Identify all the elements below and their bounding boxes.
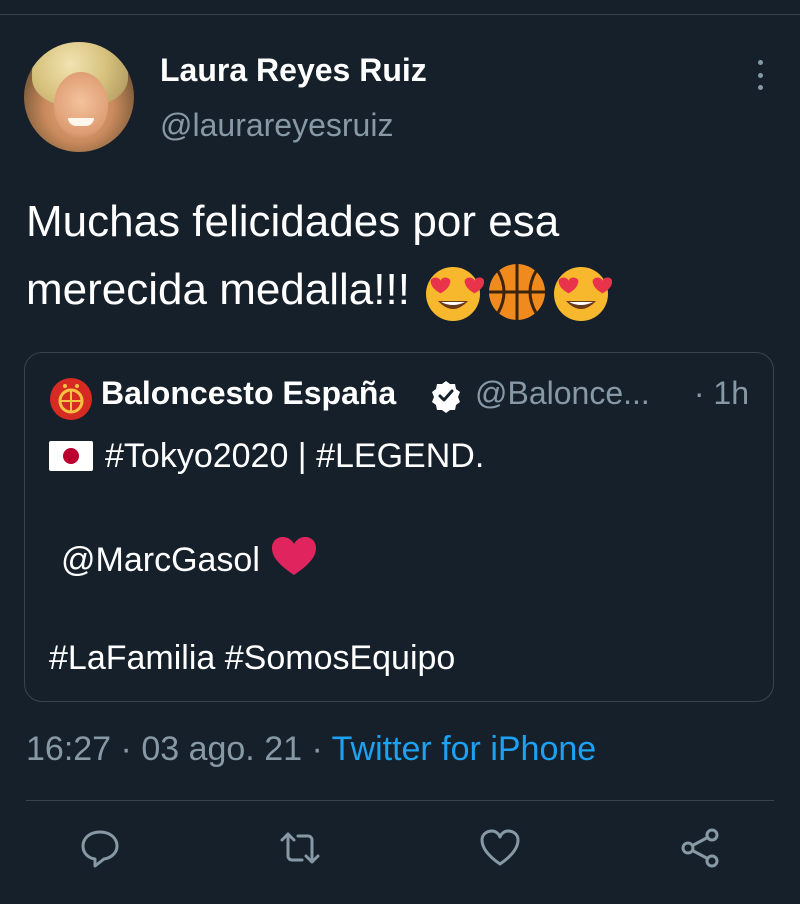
red-heart-emoji	[271, 537, 316, 577]
tweet-meta: 16:27 · 03 ago. 21 · Twitter for iPhone	[26, 730, 596, 769]
like-icon[interactable]	[478, 826, 522, 870]
tweet-time: 16:27	[26, 730, 112, 768]
author-avatar[interactable]	[24, 42, 134, 152]
tweet-detail-page: Laura Reyes Ruiz @laurareyesruiz Muchas …	[0, 0, 800, 904]
retweet-icon[interactable]	[278, 826, 322, 870]
quoted-author-name[interactable]: Baloncesto España	[101, 375, 396, 412]
tweet-source-link[interactable]: Twitter for iPhone	[332, 730, 597, 768]
quoted-hashtags-1[interactable]: #Tokyo2020 | #LEGEND.	[105, 437, 484, 475]
tweet-text: Muchas felicidades por esa merecida meda…	[26, 188, 766, 324]
quoted-text-line-2: @MarcGasol	[61, 537, 316, 580]
quoted-tweet-card[interactable]: Baloncesto España @Balonce... · 1h #Toky…	[24, 352, 774, 702]
baloncesto-espana-logo-icon[interactable]	[49, 377, 93, 421]
heart-eyes-emoji	[422, 261, 485, 323]
meta-separator: ·	[302, 730, 332, 768]
tweet-date: 03 ago. 21	[141, 730, 303, 768]
author-handle[interactable]: @laurareyesruiz	[160, 107, 393, 144]
share-icon[interactable]	[678, 826, 722, 870]
quoted-timestamp[interactable]: · 1h	[694, 375, 749, 412]
tweet-actions-bar	[0, 826, 800, 876]
meta-separator: ·	[111, 730, 142, 768]
tweet-text-line-2: merecida medalla!!!	[26, 265, 410, 314]
tweet-emojis	[422, 261, 614, 323]
tweet-text-line-1: Muchas felicidades por esa	[26, 197, 560, 246]
bottom-divider	[26, 800, 774, 801]
quoted-text-line-1: #Tokyo2020 | #LEGEND.	[49, 437, 484, 476]
author-name[interactable]: Laura Reyes Ruiz	[160, 52, 427, 89]
heart-eyes-emoji	[550, 261, 613, 323]
verified-badge-icon	[429, 379, 465, 415]
quoted-mention[interactable]: @MarcGasol	[61, 541, 260, 579]
more-options-icon[interactable]	[752, 60, 768, 90]
basketball-emoji	[486, 261, 548, 323]
japan-flag-icon	[49, 441, 93, 471]
quoted-hashtags-2[interactable]: #LaFamilia #SomosEquipo	[49, 639, 455, 678]
quoted-author-handle[interactable]: @Balonce...	[475, 375, 650, 412]
reply-icon[interactable]	[78, 826, 122, 870]
top-divider	[0, 14, 800, 15]
